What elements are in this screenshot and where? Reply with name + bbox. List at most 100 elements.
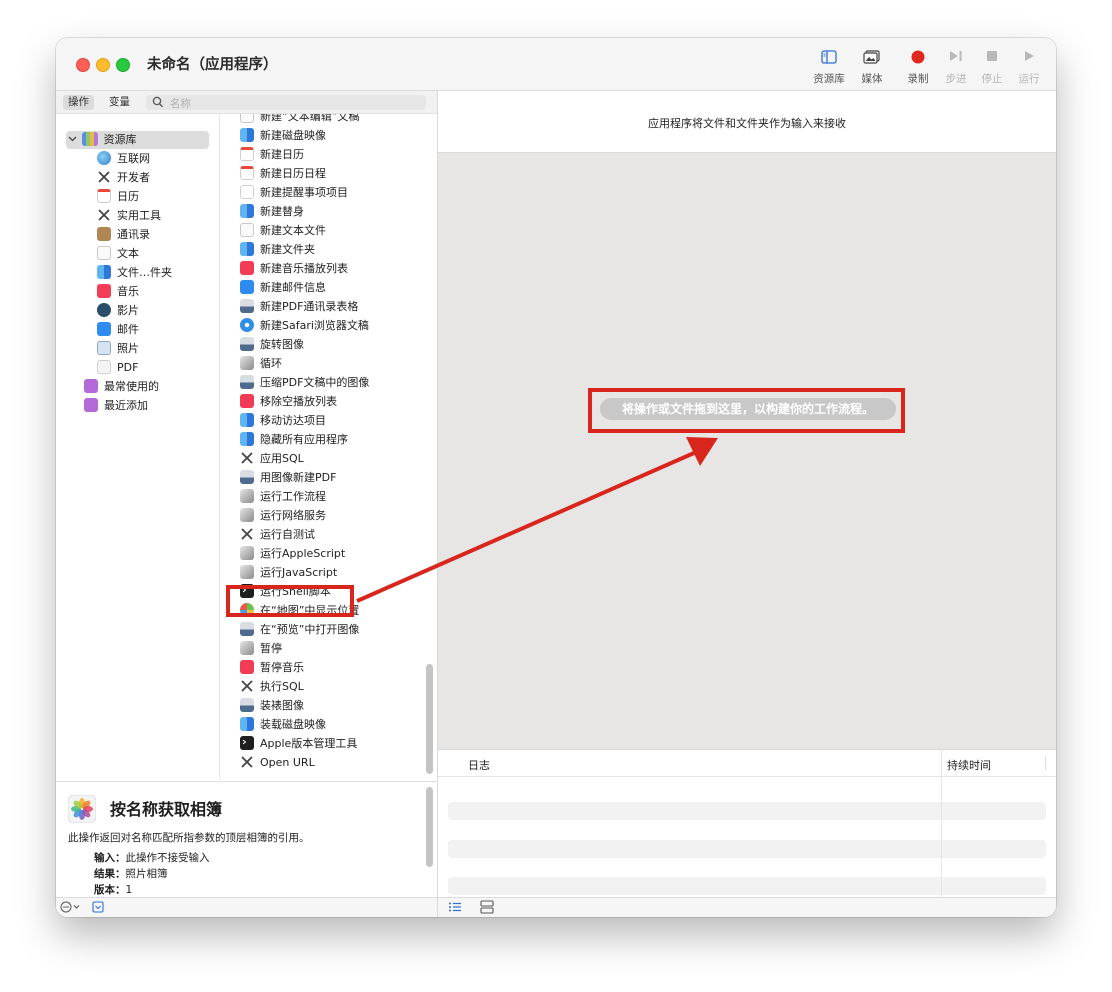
- library-item[interactable]: 影片: [97, 302, 139, 320]
- column-divider: [1045, 756, 1046, 770]
- minimize-window-button[interactable]: [96, 58, 110, 72]
- action-item[interactable]: 新建PDF通讯录表格: [240, 297, 358, 316]
- tab-actions[interactable]: 操作: [63, 95, 94, 110]
- action-item[interactable]: 运行AppleScript: [240, 544, 345, 563]
- automator-icon: [240, 489, 254, 503]
- calendar-icon: [97, 189, 111, 203]
- action-item[interactable]: 移除空播放列表: [240, 392, 337, 411]
- action-item[interactable]: 运行JavaScript: [240, 563, 337, 582]
- action-item[interactable]: 新建提醒事项项目: [240, 183, 348, 202]
- step-icon: [936, 50, 976, 68]
- highlight-shell-script-action: [226, 585, 354, 617]
- action-item[interactable]: 运行自测试: [240, 525, 315, 544]
- action-item[interactable]: 旋转图像: [240, 335, 304, 354]
- action-item[interactable]: Open URL: [240, 753, 315, 772]
- log-column-header[interactable]: 日志: [468, 757, 490, 773]
- library-item[interactable]: PDF: [97, 359, 138, 377]
- search-input[interactable]: 名称: [146, 95, 426, 110]
- text-icon: [97, 246, 111, 260]
- action-item[interactable]: 移动访达项目: [240, 411, 326, 430]
- action-item[interactable]: 新建日历: [240, 145, 304, 164]
- show-description-icon[interactable]: [92, 901, 104, 916]
- action-item[interactable]: 新建“文本编辑”文稿: [240, 114, 359, 126]
- action-item[interactable]: 新建邮件信息: [240, 278, 326, 297]
- duration-column-header[interactable]: 持续时间: [947, 757, 991, 773]
- library-item[interactable]: 日历: [97, 188, 139, 206]
- action-description: 按名称获取相簿 此操作返回对名称匹配所指参数的顶层相簿的引用。 输入：此操作不接…: [56, 781, 437, 898]
- action-item[interactable]: 新建文件夹: [240, 240, 315, 259]
- result-key: 结果：: [94, 868, 126, 880]
- action-item[interactable]: 新建音乐播放列表: [240, 259, 348, 278]
- action-item[interactable]: 暂停: [240, 639, 282, 658]
- run-button[interactable]: 运行: [1009, 50, 1049, 86]
- log-row: [448, 802, 1046, 820]
- media-button[interactable]: 媒体: [852, 50, 892, 86]
- finder-icon: [240, 128, 254, 142]
- log-panel: 日志 持续时间: [438, 749, 1056, 898]
- text-icon: [240, 114, 254, 123]
- action-item[interactable]: Apple版本管理工具: [240, 734, 357, 753]
- library-item[interactable]: 实用工具: [97, 207, 161, 225]
- step-button[interactable]: 步进: [936, 50, 976, 86]
- finder-icon: [240, 242, 254, 256]
- smart-group-item[interactable]: 最近添加: [84, 397, 148, 415]
- library-item[interactable]: 照片: [97, 340, 139, 358]
- preview-icon: [240, 299, 254, 313]
- action-item[interactable]: 新建替身: [240, 202, 304, 221]
- photo-icon: [97, 341, 111, 355]
- disclosure-chevron-icon[interactable]: [68, 131, 78, 149]
- library-item[interactable]: 互联网: [97, 150, 150, 168]
- smart-group-item[interactable]: 最常使用的: [84, 378, 159, 396]
- action-item[interactable]: 新建日历日程: [240, 164, 326, 183]
- actions-scrollbar[interactable]: [426, 664, 433, 774]
- music-icon: [240, 261, 254, 275]
- action-item[interactable]: 暂停音乐: [240, 658, 304, 677]
- action-item[interactable]: 新建Safari浏览器文稿: [240, 316, 369, 335]
- action-item[interactable]: 装载磁盘映像: [240, 715, 326, 734]
- action-item[interactable]: 循环: [240, 354, 282, 373]
- tools-icon: [240, 527, 254, 541]
- action-item-label: 压缩PDF文稿中的图像: [260, 376, 370, 389]
- action-item[interactable]: 隐藏所有应用程序: [240, 430, 348, 449]
- tools-icon: [97, 170, 111, 184]
- library-toggle-button[interactable]: 资源库: [809, 50, 849, 86]
- action-item[interactable]: 运行工作流程: [240, 487, 326, 506]
- tools-icon: [240, 679, 254, 693]
- smart-group-label: 最近添加: [104, 399, 148, 412]
- library-item[interactable]: 文本: [97, 245, 139, 263]
- log-header: 日志 持续时间: [438, 750, 1056, 777]
- action-item-label: 运行自测试: [260, 528, 315, 541]
- action-item[interactable]: 新建磁盘映像: [240, 126, 326, 145]
- description-scrollbar[interactable]: [426, 787, 433, 867]
- action-item[interactable]: 应用SQL: [240, 449, 304, 468]
- list-view-icon[interactable]: [448, 901, 462, 916]
- stop-button[interactable]: 停止: [972, 50, 1012, 86]
- tab-variables[interactable]: 变量: [104, 95, 135, 110]
- zoom-window-button[interactable]: [116, 58, 130, 72]
- record-button[interactable]: 录制: [898, 50, 938, 86]
- record-icon: [898, 50, 938, 68]
- library-search-bar: 操作 变量 名称: [56, 91, 437, 114]
- action-item[interactable]: 在“预览”中打开图像: [240, 620, 359, 639]
- action-item[interactable]: 用图像新建PDF: [240, 468, 336, 487]
- library-item[interactable]: 邮件: [97, 321, 139, 339]
- workflow-drop-area[interactable]: 将操作或文件拖到这里，以构建你的工作流程。: [438, 153, 1056, 749]
- split-view-icon[interactable]: [480, 900, 494, 917]
- record-label: 录制: [907, 73, 929, 85]
- action-item-label: 运行工作流程: [260, 490, 326, 503]
- reminders-icon: [240, 185, 254, 199]
- library-item[interactable]: 开发者: [97, 169, 150, 187]
- library-root-item[interactable]: 资源库: [68, 131, 137, 149]
- action-item[interactable]: 新建文本文件: [240, 221, 326, 240]
- pdf-icon: [97, 360, 111, 374]
- library-item[interactable]: 音乐: [97, 283, 139, 301]
- action-item[interactable]: 运行网络服务: [240, 506, 326, 525]
- close-window-button[interactable]: [76, 58, 90, 72]
- library-item[interactable]: 通讯录: [97, 226, 150, 244]
- music-icon: [240, 394, 254, 408]
- action-item[interactable]: 压缩PDF文稿中的图像: [240, 373, 369, 392]
- action-item[interactable]: 执行SQL: [240, 677, 304, 696]
- action-item[interactable]: 装裱图像: [240, 696, 304, 715]
- more-options-icon[interactable]: [60, 901, 82, 916]
- library-item[interactable]: 文件…件夹: [97, 264, 172, 282]
